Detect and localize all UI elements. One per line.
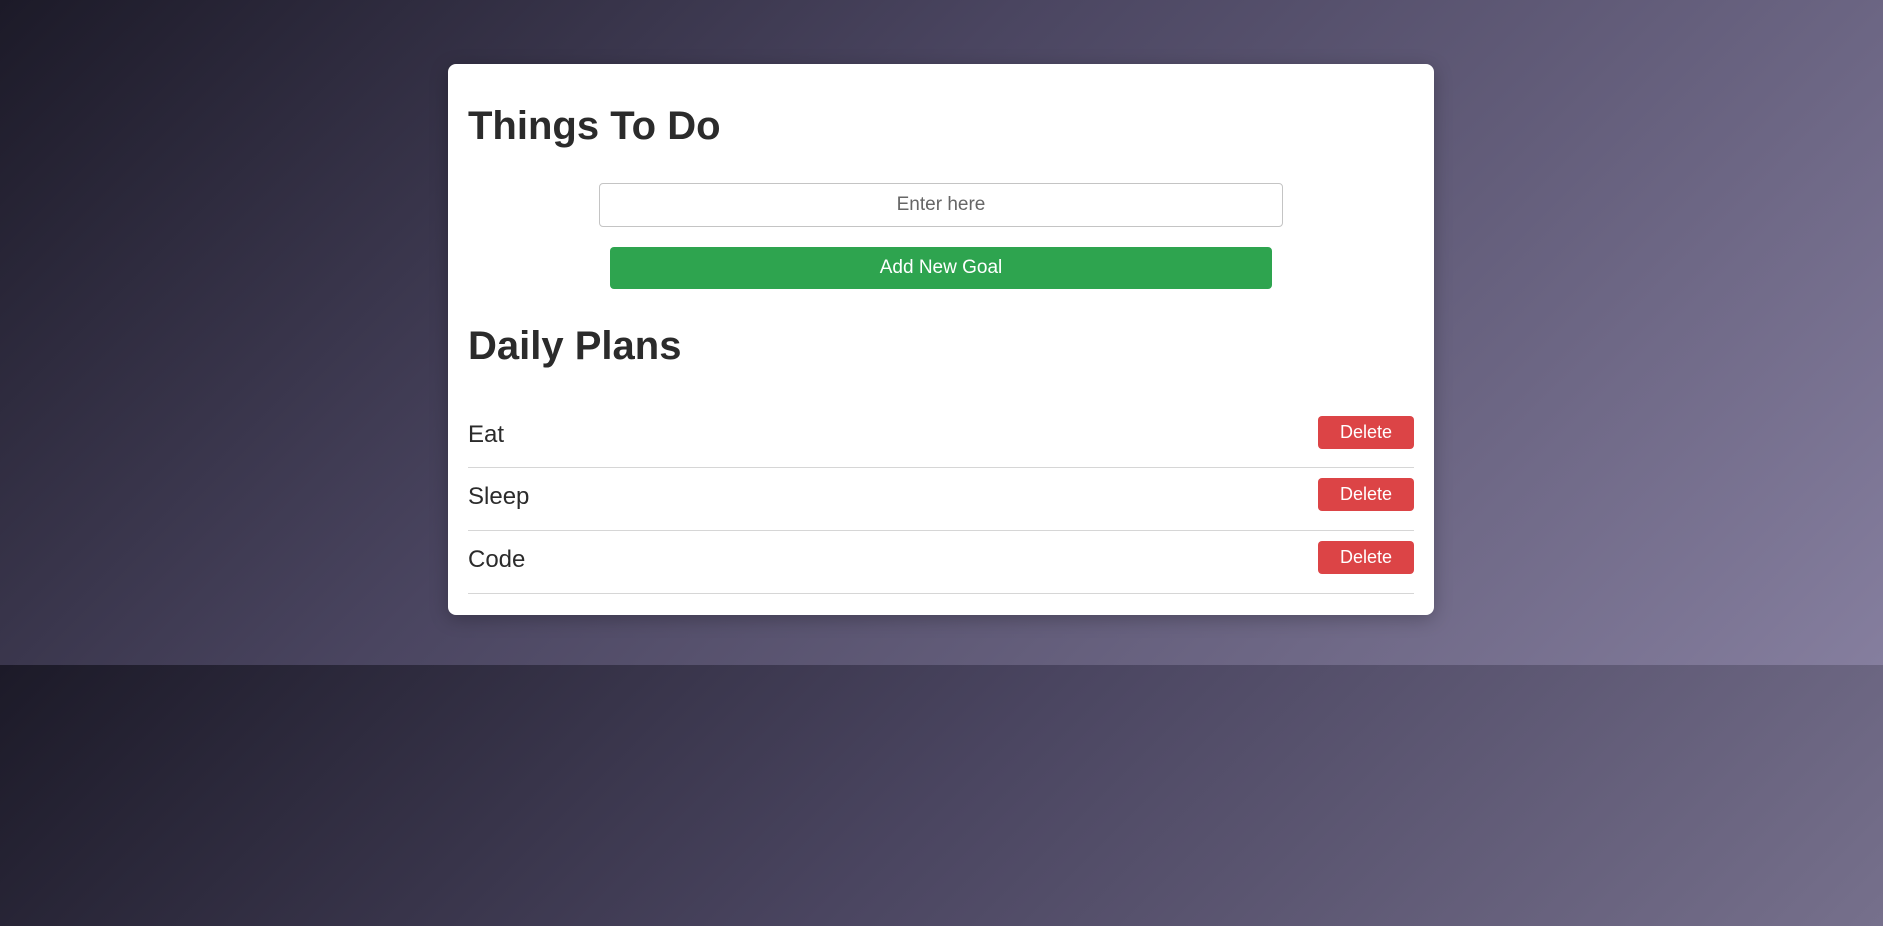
list-item: Sleep Delete	[468, 468, 1414, 531]
delete-button[interactable]: Delete	[1318, 478, 1414, 511]
list-item: Code Delete	[468, 531, 1414, 594]
goal-input[interactable]	[599, 183, 1283, 227]
plan-label: Eat	[468, 421, 505, 448]
list-item: Eat Delete	[468, 406, 1414, 468]
plan-list: Eat Delete Sleep Delete Code Delete	[468, 406, 1414, 594]
plan-label: Sleep	[468, 483, 530, 510]
page-title: Things To Do	[468, 104, 721, 148]
add-goal-button[interactable]: Add New Goal	[610, 247, 1272, 289]
plan-label: Code	[468, 546, 526, 573]
delete-button[interactable]: Delete	[1318, 541, 1414, 574]
list-heading: Daily Plans	[468, 324, 682, 368]
background-bottom	[0, 665, 1883, 926]
delete-button[interactable]: Delete	[1318, 416, 1414, 449]
todo-card: Things To Do Add New Goal Daily Plans Ea…	[448, 64, 1434, 615]
